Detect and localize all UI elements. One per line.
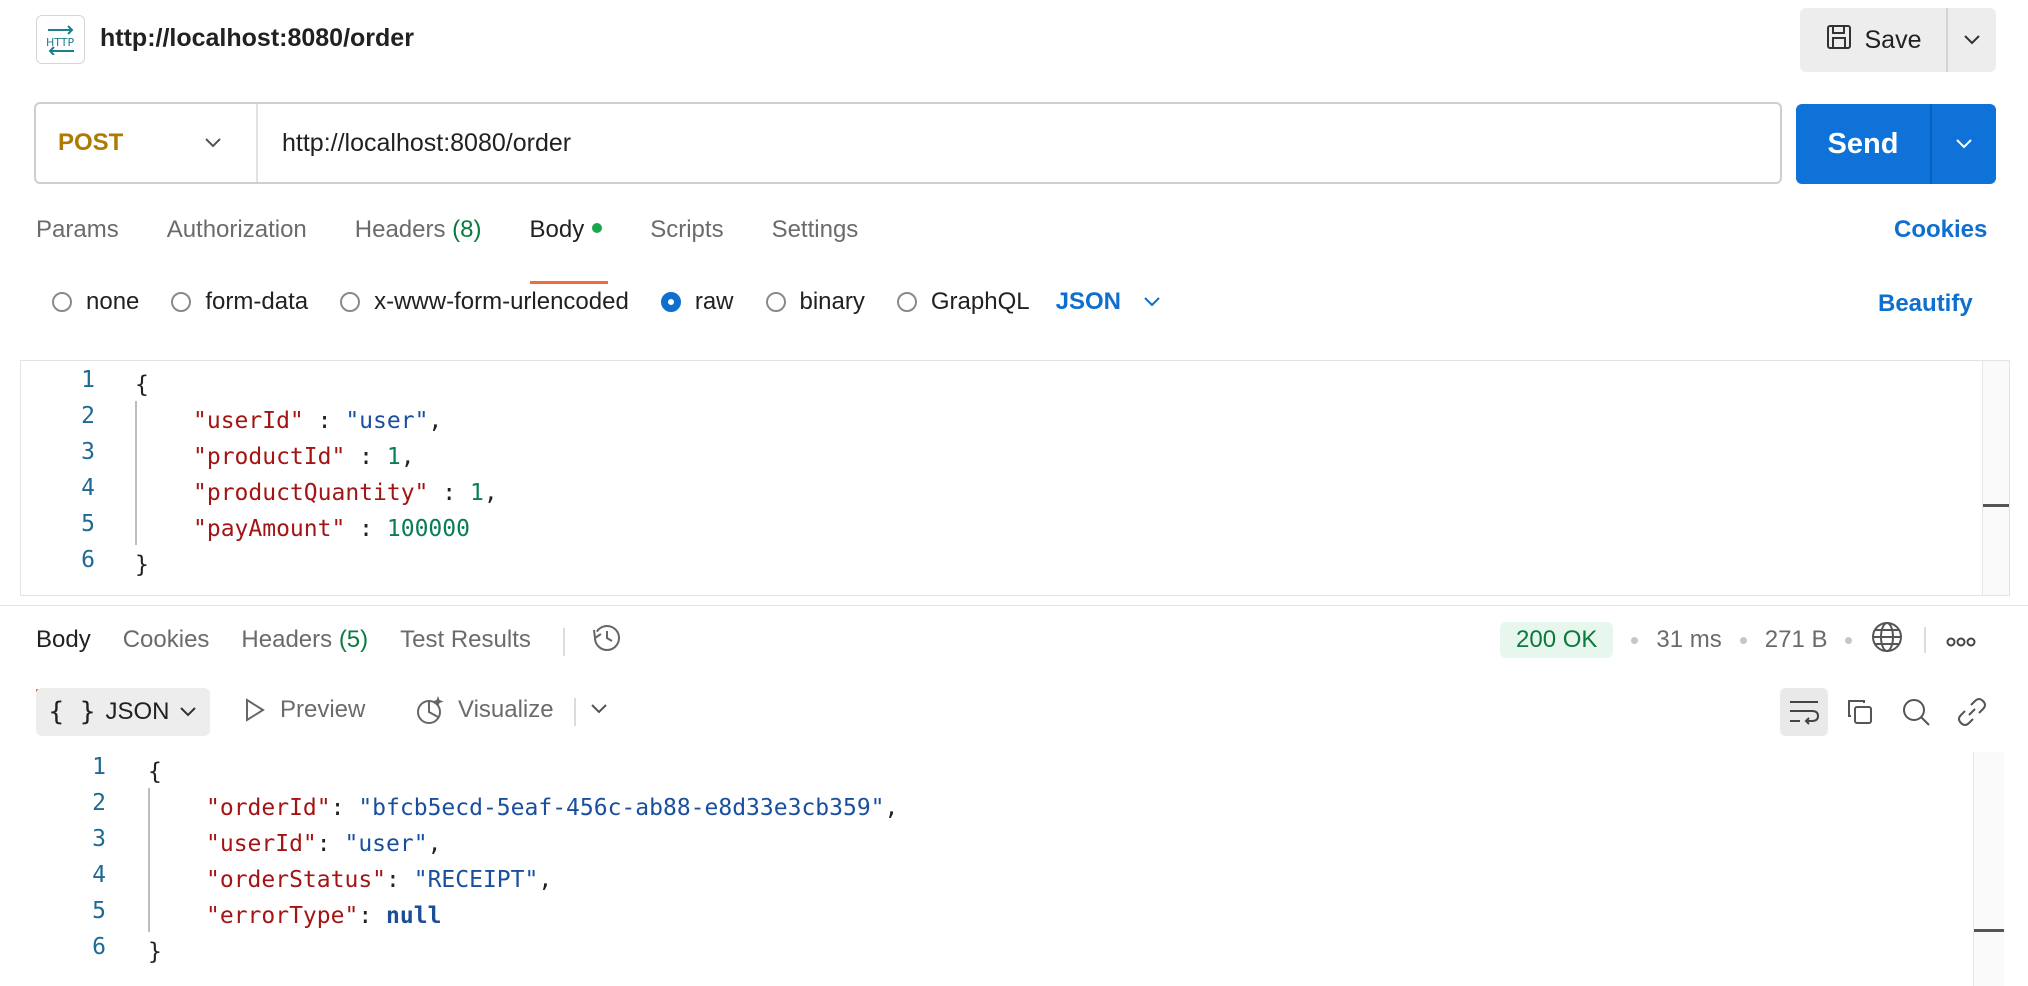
response-format-select[interactable]: { } JSON xyxy=(36,688,210,736)
visualize-icon xyxy=(417,696,444,724)
chevron-down-icon xyxy=(591,704,607,714)
radio-raw[interactable]: raw xyxy=(660,288,734,316)
save-label: Save xyxy=(1864,25,1922,54)
play-icon xyxy=(246,698,265,722)
cookies-link[interactable]: Cookies xyxy=(1894,216,1987,244)
beautify-button[interactable]: Beautify xyxy=(1878,290,1973,318)
more-options-icon[interactable] xyxy=(1946,626,1976,654)
visualize-button[interactable]: Visualize xyxy=(414,694,554,726)
tab-response-cookies[interactable]: Cookies xyxy=(123,626,210,674)
code-line: } xyxy=(135,552,149,578)
chevron-down-icon xyxy=(1964,35,1980,45)
chevron-down-icon xyxy=(1144,297,1160,307)
method-label: POST xyxy=(58,129,124,156)
tab-response-body[interactable]: Body xyxy=(36,626,91,692)
code-line: "orderStatus": "RECEIPT", xyxy=(206,867,553,893)
radio-none[interactable]: none xyxy=(52,288,139,316)
radio-x-www-form-urlencoded[interactable]: x-www-form-urlencoded xyxy=(340,288,629,316)
tab-authorization[interactable]: Authorization xyxy=(167,216,307,264)
chevron-down-icon xyxy=(180,707,197,717)
globe-icon[interactable] xyxy=(1870,620,1904,661)
body-format-select[interactable]: JSON xyxy=(1056,288,1161,316)
headers-count: (8) xyxy=(452,216,482,243)
response-time[interactable]: 31 ms xyxy=(1656,626,1721,654)
line-number: 2 xyxy=(81,403,95,429)
body-modified-dot xyxy=(592,222,603,233)
response-size[interactable]: 271 B xyxy=(1765,626,1828,654)
editor-scrollbar[interactable] xyxy=(1982,361,2009,595)
line-number: 6 xyxy=(81,547,95,573)
tab-settings[interactable]: Settings xyxy=(772,216,859,264)
search-icon[interactable] xyxy=(1892,688,1940,736)
visualize-options-button[interactable] xyxy=(590,702,608,720)
radio-graphql[interactable]: GraphQL xyxy=(896,288,1030,316)
response-status: 200 OK 31 ms 271 B xyxy=(1500,620,1976,660)
line-number: 4 xyxy=(92,862,106,888)
save-button-group: Save xyxy=(1800,8,1996,72)
line-number: 5 xyxy=(81,511,95,537)
code-line: "errorType": null xyxy=(206,903,442,929)
body-mode-radios: none form-data x-www-form-urlencoded raw… xyxy=(52,288,1161,316)
code-line: { xyxy=(135,372,149,398)
history-icon[interactable] xyxy=(591,622,623,670)
code-line: "userId" : "user", xyxy=(193,408,443,434)
code-line: "orderId": "bfcb5ecd-5eaf-456c-ab88-e8d3… xyxy=(206,795,899,821)
save-options-button[interactable] xyxy=(1948,8,1996,72)
chevron-down-icon xyxy=(1956,139,1972,149)
radio-binary[interactable]: binary xyxy=(765,288,865,316)
code-line: "productQuantity" : 1, xyxy=(193,480,498,506)
send-options-button[interactable] xyxy=(1932,104,1996,184)
svg-text:HTTP: HTTP xyxy=(46,36,75,49)
preview-button[interactable]: Preview xyxy=(244,696,365,724)
tab-scripts[interactable]: Scripts xyxy=(650,216,723,264)
response-scrollbar[interactable] xyxy=(1973,752,2004,986)
line-number: 1 xyxy=(92,754,106,780)
line-number: 5 xyxy=(92,898,106,924)
copy-icon[interactable] xyxy=(1836,688,1884,736)
code-line: "payAmount" : 100000 xyxy=(193,516,470,542)
code-line: { xyxy=(148,759,162,785)
tab-params[interactable]: Params xyxy=(36,216,119,264)
line-number: 6 xyxy=(92,934,106,960)
line-number: 3 xyxy=(81,439,95,465)
save-button[interactable]: Save xyxy=(1800,8,1946,72)
line-number: 1 xyxy=(81,367,95,393)
code-line: "productId" : 1, xyxy=(193,444,415,470)
send-button[interactable]: Send xyxy=(1796,104,1930,184)
request-tabs: Params Authorization Headers (8) Body Sc… xyxy=(36,216,906,284)
line-number: 3 xyxy=(92,826,106,852)
line-number: 4 xyxy=(81,475,95,501)
url-bar: POST http://localhost:8080/order xyxy=(34,102,1782,184)
code-line: "userId": "user", xyxy=(206,831,442,857)
response-body-viewer[interactable]: 1 2 3 4 5 6 { "orderId": "bfcb5ecd-5eaf-… xyxy=(20,752,2010,986)
tab-test-results[interactable]: Test Results xyxy=(400,626,531,674)
send-button-group: Send xyxy=(1796,104,1996,184)
response-format-label: JSON xyxy=(105,698,170,725)
method-select[interactable]: POST xyxy=(36,104,258,182)
request-title[interactable]: http://localhost:8080/order xyxy=(100,24,414,53)
tab-body[interactable]: Body xyxy=(529,216,608,284)
wrap-lines-icon[interactable] xyxy=(1780,688,1828,736)
response-headers-count: (5) xyxy=(338,626,369,653)
save-icon xyxy=(1825,23,1853,58)
radio-form-data[interactable]: form-data xyxy=(171,288,308,316)
url-input[interactable]: http://localhost:8080/order xyxy=(258,129,571,158)
http-request-icon: HTTP xyxy=(36,15,85,64)
code-line: } xyxy=(148,939,162,965)
status-badge[interactable]: 200 OK xyxy=(1500,622,1614,658)
chevron-down-icon xyxy=(205,138,221,148)
tab-headers[interactable]: Headers (8) xyxy=(355,216,482,264)
response-tabs: Body Cookies Headers (5) Test Results xyxy=(36,625,655,692)
braces-icon: { } xyxy=(48,697,96,727)
line-number: 2 xyxy=(92,790,106,816)
request-body-editor[interactable]: 1 2 3 4 5 6 { "userId" : "user", "produc… xyxy=(20,360,2010,596)
tab-response-headers[interactable]: Headers (5) xyxy=(241,626,368,674)
link-icon[interactable] xyxy=(1948,688,1996,736)
